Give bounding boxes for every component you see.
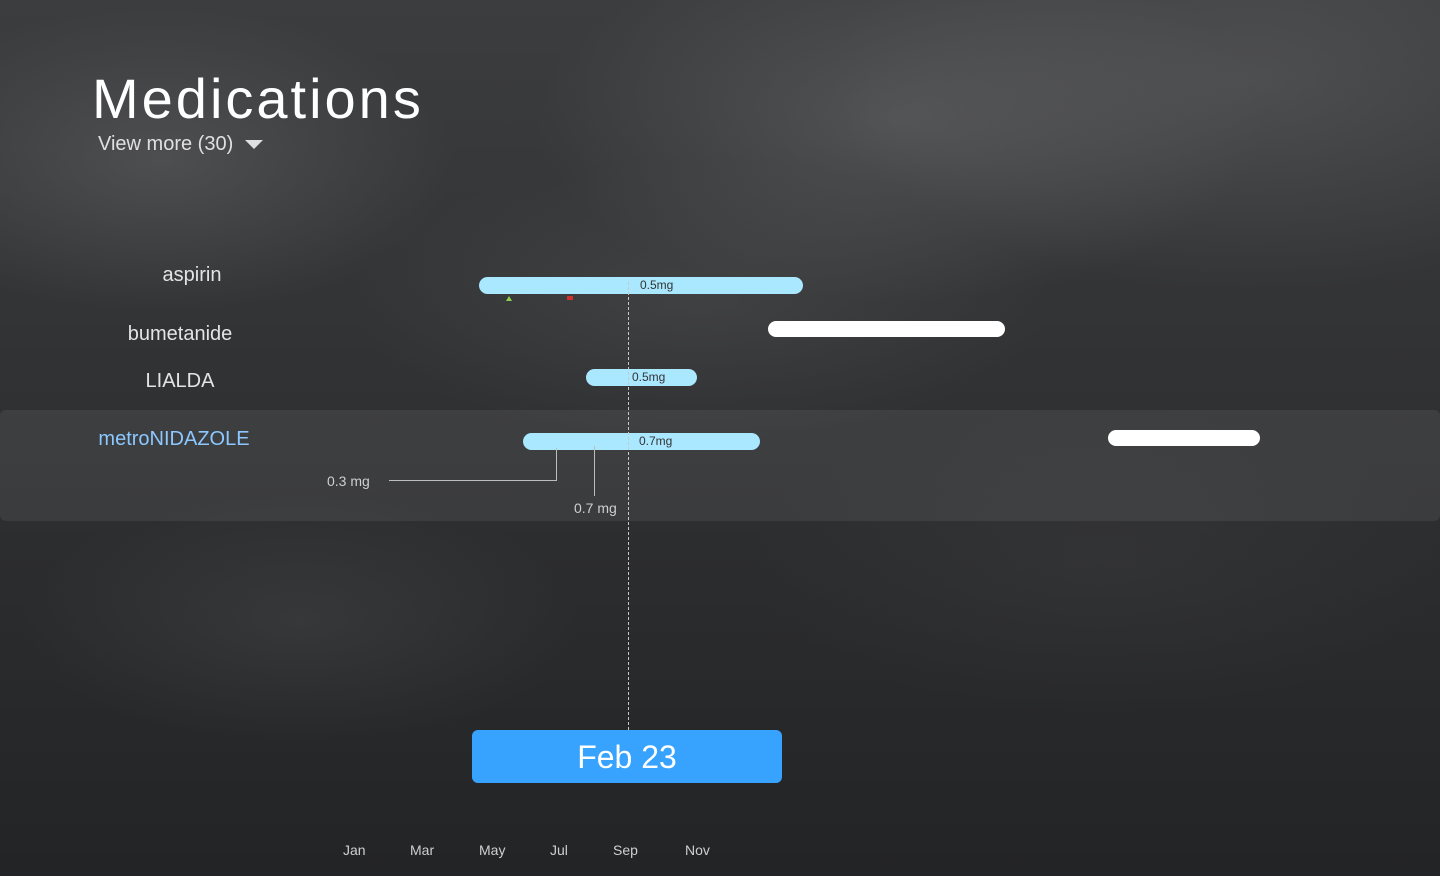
current-date-cursor[interactable] [628,282,629,730]
dose-callout-line [594,446,595,496]
current-date-button[interactable]: Feb 23 [472,730,782,783]
timeline-tick: May [479,842,506,858]
metronidazole-timeline-bar[interactable]: 0.7mg [523,433,760,450]
med-label-aspirin[interactable]: aspirin [82,264,302,287]
aspirin-dose-label: 0.5mg [640,278,674,292]
bumetanide-timeline-bar[interactable] [768,321,1005,337]
dose-callout-line [389,480,557,481]
dose-change-label: 0.3 mg [327,473,370,489]
view-more-label: View more (30) [98,133,234,155]
page-title: Medications [92,67,424,130]
aspirin-timeline-bar[interactable]: 0.5mg [479,277,803,294]
chevron-down-icon [245,140,264,149]
med-label-lialda[interactable]: LIALDA [70,370,290,393]
timeline-tick: Nov [685,842,710,858]
dose-change-label: 0.7 mg [574,500,617,516]
metronidazole-timeline-bar-future[interactable] [1108,430,1260,446]
timeline-tick: Sep [613,842,638,858]
dose-callout-line [556,448,557,481]
metronidazole-dose-label: 0.7mg [639,434,673,448]
timeline-tick: Mar [410,842,435,858]
selected-medication-row [0,410,1440,521]
lialda-dose-label: 0.5mg [632,370,666,384]
lialda-timeline-bar[interactable]: 0.5mg [586,369,697,386]
timeline-tick: Jul [550,842,568,858]
med-label-metronidazole[interactable]: metroNIDAZOLE [64,428,284,451]
timeline-tick: Jan [343,842,366,858]
stop-marker-icon [567,296,573,300]
start-marker-icon [506,296,512,301]
view-more-dropdown[interactable]: View more (30) [98,133,264,156]
med-label-bumetanide[interactable]: bumetanide [70,323,290,346]
